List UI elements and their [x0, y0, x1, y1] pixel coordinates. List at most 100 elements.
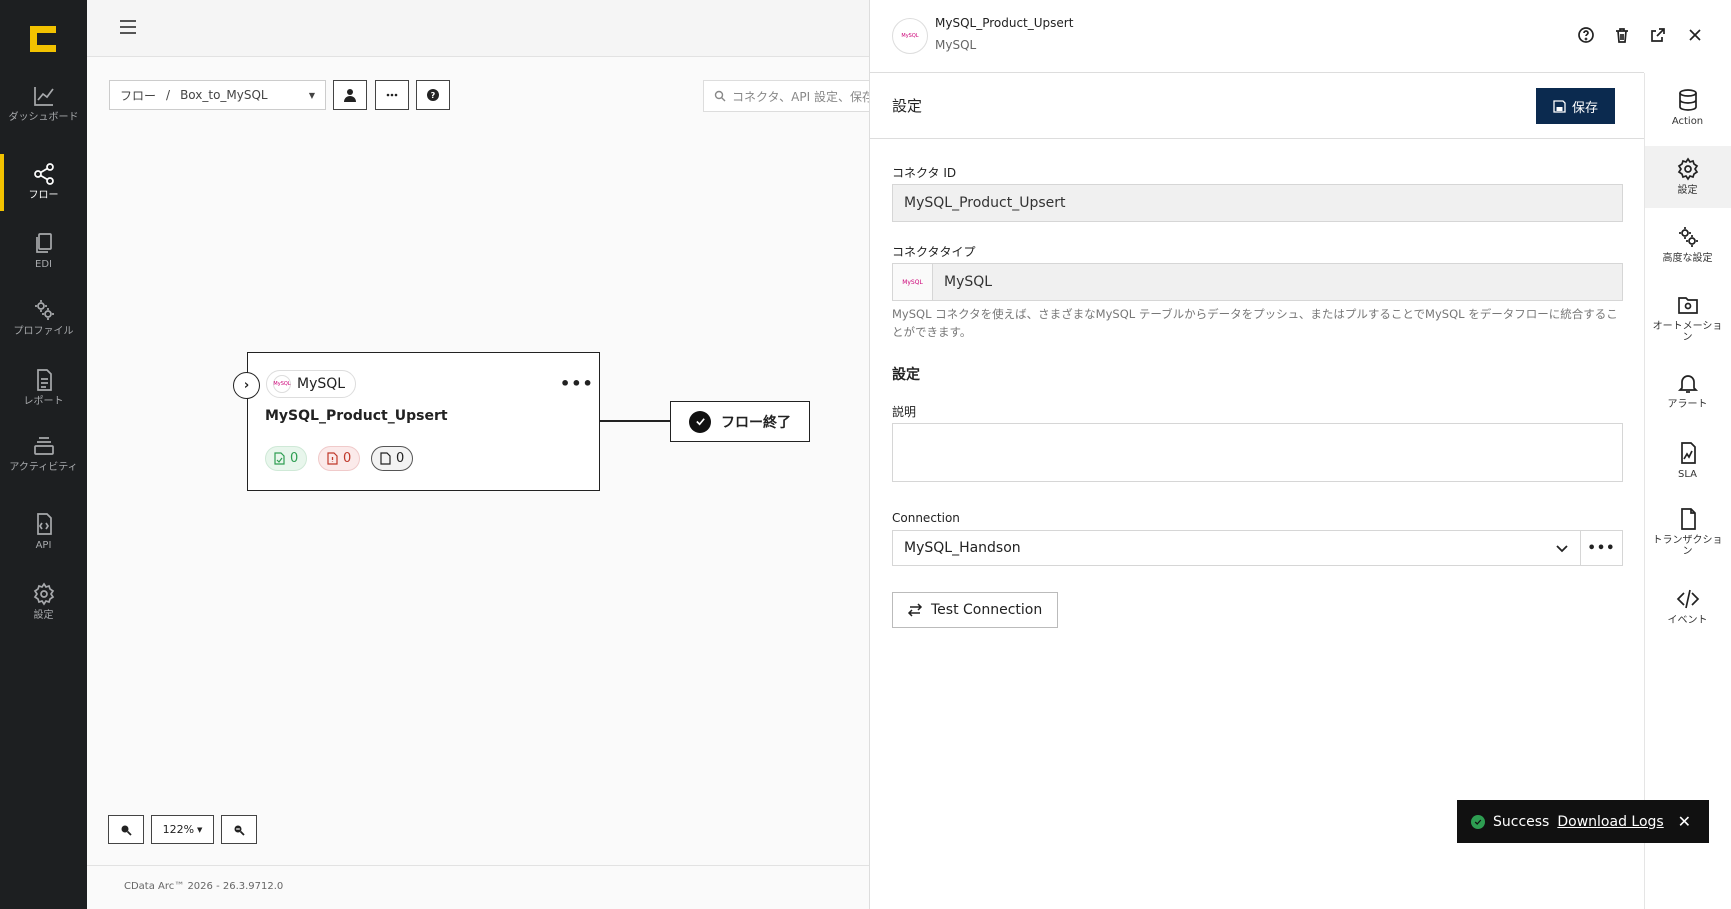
node-type-tag: MySQL MySQL — [266, 370, 357, 398]
pending-count-badge[interactable]: 0 — [371, 446, 414, 471]
nav-item-label: ダッシュボード — [8, 112, 79, 123]
report-icon — [36, 369, 52, 391]
breadcrumb-separator: / — [166, 88, 171, 102]
description-textarea[interactable] — [892, 423, 1623, 482]
rail-item-advanced-settings[interactable]: 高度な設定 — [1644, 225, 1731, 264]
rail-item-label: オートメーション — [1652, 321, 1723, 343]
floppy-disk-icon — [1553, 99, 1566, 113]
nav-item-flow[interactable]: フロー — [0, 162, 87, 201]
file-error-icon — [327, 452, 338, 465]
ellipsis-icon: ••• — [1587, 540, 1616, 556]
connector-type-value: MySQL — [944, 274, 993, 290]
connector-type-field: MySQL MySQL — [892, 263, 1623, 301]
connection-more-button[interactable]: ••• — [1580, 530, 1623, 566]
zoom-in-button[interactable] — [108, 815, 144, 844]
database-icon — [1678, 89, 1697, 111]
help-text: MySQL コネクタを使えば、さまざまなMySQL テーブルからデータをプッシュ… — [892, 307, 1618, 339]
gear-icon — [33, 582, 54, 606]
flow-end-node[interactable]: フロー終了 — [670, 401, 810, 442]
code-icon — [1676, 589, 1699, 609]
rail-item-alert[interactable]: アラート — [1644, 371, 1731, 410]
close-icon[interactable]: ✕ — [1678, 812, 1691, 831]
more-options-button[interactable] — [375, 80, 409, 110]
caret-down-icon[interactable]: ▼ — [309, 91, 315, 100]
node-menu-icon[interactable]: ••• — [560, 374, 594, 393]
download-logs-link[interactable]: Download Logs — [1557, 814, 1663, 830]
footer: CData Arc™ 2026 - 26.3.9712.0 — [87, 865, 870, 909]
caret-down-icon: ▼ — [197, 825, 203, 834]
zoom-in-icon — [121, 825, 132, 836]
connector-id-field: MySQL_Product_Upsert — [892, 184, 1623, 222]
documents-icon — [35, 233, 52, 253]
mysql-logo: MySQL — [273, 375, 291, 393]
zoom-out-icon — [234, 825, 245, 836]
nav-item-report[interactable]: レポート — [0, 368, 87, 407]
chart-line-icon — [33, 87, 54, 106]
success-toast: Success Download Logs ✕ — [1457, 800, 1709, 843]
rail-item-label: 設定 — [1677, 185, 1698, 196]
success-count: 0 — [290, 451, 299, 466]
cdata-logo[interactable] — [28, 24, 58, 54]
search-input[interactable]: コネクタ、API 設定、保存 — [703, 80, 871, 112]
top-bar — [87, 0, 870, 57]
chevron-down-icon — [1556, 545, 1568, 553]
help-icon[interactable] — [1577, 26, 1595, 44]
mysql-logo: MySQL — [893, 264, 933, 300]
expand-node-button[interactable]: › — [233, 372, 260, 399]
nav-item-profile[interactable]: プロファイル — [0, 298, 87, 337]
rail-item-transactions[interactable]: トランザクション — [1644, 507, 1731, 557]
nav-item-settings[interactable]: 設定 — [0, 582, 87, 621]
file-icon — [380, 452, 391, 465]
description-label: 説明 — [892, 405, 917, 419]
nav-item-edi[interactable]: EDI — [0, 231, 87, 270]
connection-select[interactable]: MySQL_Handson — [892, 530, 1581, 566]
rail-item-automation[interactable]: オートメーション — [1644, 293, 1731, 343]
check-circle-icon — [689, 410, 711, 433]
rail-item-sla[interactable]: SLA — [1644, 441, 1731, 480]
rail-item-settings[interactable]: 設定 — [1644, 157, 1731, 196]
flow-connector — [600, 420, 670, 422]
breadcrumb[interactable]: フロー / Box_to_MySQL ▼ — [109, 80, 326, 110]
section-title: 設定 — [892, 97, 923, 115]
user-button[interactable] — [333, 80, 367, 110]
close-icon[interactable] — [1686, 26, 1704, 44]
node-type-label: MySQL — [297, 376, 346, 392]
trash-icon[interactable] — [1613, 26, 1631, 44]
folder-gear-icon — [1677, 297, 1698, 314]
help-button[interactable]: ? — [416, 80, 450, 110]
error-count-badge[interactable]: 0 — [318, 446, 361, 471]
file-icon — [1680, 508, 1696, 530]
nav-item-label: アクティビティ — [9, 462, 78, 473]
node-name: MySQL_Product_Upsert — [265, 408, 448, 424]
arrows-exchange-icon — [907, 603, 923, 617]
hamburger-menu-icon[interactable] — [120, 20, 136, 34]
divider — [869, 138, 1644, 139]
version-text: CData Arc™ 2026 - 26.3.9712.0 — [124, 881, 284, 892]
nav-item-dashboard[interactable]: ダッシュボード — [0, 84, 87, 123]
sla-file-icon — [1680, 442, 1696, 464]
panel-subtitle: MySQL — [935, 38, 977, 52]
zoom-level-select[interactable]: 122% ▼ — [151, 815, 214, 844]
nav-item-label: レポート — [23, 396, 64, 407]
nav-item-label: API — [35, 540, 52, 551]
chevron-right-icon: › — [243, 378, 250, 393]
question-circle-icon: ? — [427, 89, 439, 101]
test-connection-button[interactable]: Test Connection — [892, 592, 1058, 628]
nav-item-label: 設定 — [33, 610, 54, 621]
test-connection-label: Test Connection — [931, 602, 1043, 618]
breadcrumb-root[interactable]: フロー — [120, 87, 156, 104]
zoom-out-button[interactable] — [221, 815, 257, 844]
nav-item-activity[interactable]: アクティビティ — [0, 434, 87, 473]
error-count: 0 — [343, 451, 352, 466]
save-button[interactable]: 保存 — [1536, 88, 1615, 124]
gears-icon — [1678, 227, 1698, 247]
rail-item-action[interactable]: Action — [1644, 88, 1731, 127]
external-link-icon[interactable] — [1649, 26, 1667, 44]
pending-count: 0 — [396, 451, 405, 466]
svg-text:?: ? — [431, 91, 436, 100]
file-check-icon — [274, 452, 285, 465]
success-count-badge[interactable]: 0 — [265, 446, 308, 471]
user-icon — [344, 89, 356, 102]
nav-item-api[interactable]: API — [0, 512, 87, 551]
rail-item-events[interactable]: イベント — [1644, 587, 1731, 626]
